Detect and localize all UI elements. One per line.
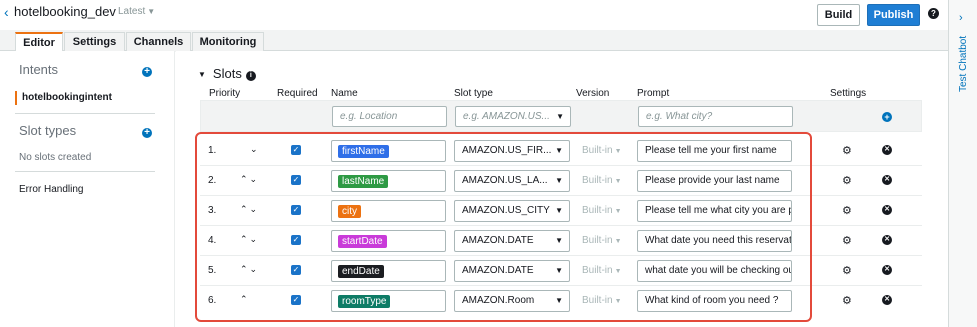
- test-chatbot-label[interactable]: Test Chatbot: [958, 30, 969, 92]
- remove-slot-icon[interactable]: ✕: [882, 295, 892, 305]
- sidebar-item-hotelbookingintent[interactable]: hotelbookingintent: [15, 91, 112, 105]
- sidebar-item-error-handling[interactable]: Error Handling: [19, 184, 83, 195]
- gear-icon[interactable]: ⚙: [842, 204, 852, 217]
- tab-settings[interactable]: Settings: [64, 32, 125, 52]
- publish-button[interactable]: Publish: [867, 4, 920, 26]
- slots-section-header[interactable]: ▼ Slots i: [198, 66, 256, 81]
- build-button[interactable]: Build: [817, 4, 860, 26]
- intents-heading: Intents: [19, 62, 59, 77]
- new-slot-name-input[interactable]: e.g. Location: [332, 106, 447, 127]
- gear-icon[interactable]: ⚙: [842, 174, 852, 187]
- column-required: Required: [277, 88, 318, 99]
- gear-icon[interactable]: ⚙: [842, 264, 852, 277]
- remove-slot-icon[interactable]: ✕: [882, 235, 892, 245]
- sidebar-divider: [15, 113, 155, 114]
- column-slot-type: Slot type: [454, 88, 493, 99]
- sidebar: Intents + hotelbookingintent Slot types …: [0, 51, 175, 327]
- new-slot-type-select[interactable]: e.g. AMAZON.US... ▼: [455, 106, 571, 127]
- slots-title: Slots: [212, 66, 242, 81]
- column-prompt: Prompt: [637, 88, 670, 99]
- chevron-left-icon[interactable]: ‹: [4, 4, 9, 20]
- tab-channels[interactable]: Channels: [126, 32, 191, 52]
- new-slot-prompt-input[interactable]: e.g. What city?: [638, 106, 793, 127]
- remove-slot-icon[interactable]: ✕: [882, 265, 892, 275]
- slots-panel: ▼ Slots i Priority Required Name Slot type…: [176, 51, 948, 327]
- gear-icon[interactable]: ⚙: [842, 234, 852, 247]
- add-slot-type-icon[interactable]: +: [142, 128, 152, 138]
- version-dropdown[interactable]: Latest ▼: [118, 6, 155, 17]
- column-version: Version: [576, 88, 610, 99]
- new-slot-row: e.g. Location e.g. AMAZON.US... ▼ e.g. Wh…: [200, 100, 922, 132]
- slots-highlight-box: [195, 132, 812, 322]
- remove-slot-icon[interactable]: ✕: [882, 205, 892, 215]
- caret-down-icon: ▼: [147, 7, 156, 16]
- column-settings: Settings: [830, 88, 867, 99]
- tab-monitoring[interactable]: Monitoring: [192, 32, 264, 52]
- slot-types-heading: Slot types: [19, 123, 77, 138]
- add-slot-icon[interactable]: +: [882, 112, 892, 122]
- gear-icon[interactable]: ⚙: [842, 144, 852, 157]
- new-slot-type-placeholder: e.g. AMAZON.US...: [463, 111, 550, 122]
- column-priority: Priority: [209, 88, 241, 99]
- tab-editor[interactable]: Editor: [15, 32, 63, 53]
- test-chatbot-rail[interactable]: › Test Chatbot: [948, 0, 977, 327]
- version-dropdown-label: Latest: [118, 6, 146, 17]
- remove-slot-icon[interactable]: ✕: [882, 175, 892, 185]
- info-icon[interactable]: i: [245, 71, 256, 81]
- top-bar: ‹ hotelbooking_dev Latest ▼ Build Publish…: [0, 0, 948, 30]
- remove-slot-icon[interactable]: ✕: [882, 145, 892, 155]
- tab-bar: Editor Settings Channels Monitoring: [0, 30, 948, 53]
- slot-types-empty-text: No slots created: [19, 152, 92, 163]
- collapse-caret-icon: ▼: [198, 70, 206, 79]
- caret-down-icon: ▼: [556, 112, 564, 121]
- sidebar-divider: [15, 171, 155, 172]
- column-name: Name: [331, 88, 358, 99]
- gear-icon[interactable]: ⚙: [842, 294, 852, 307]
- bot-title: hotelbooking_dev: [14, 4, 116, 19]
- chevron-right-icon[interactable]: ›: [959, 12, 963, 24]
- help-icon[interactable]: ?: [928, 8, 939, 19]
- add-intent-icon[interactable]: +: [142, 67, 152, 77]
